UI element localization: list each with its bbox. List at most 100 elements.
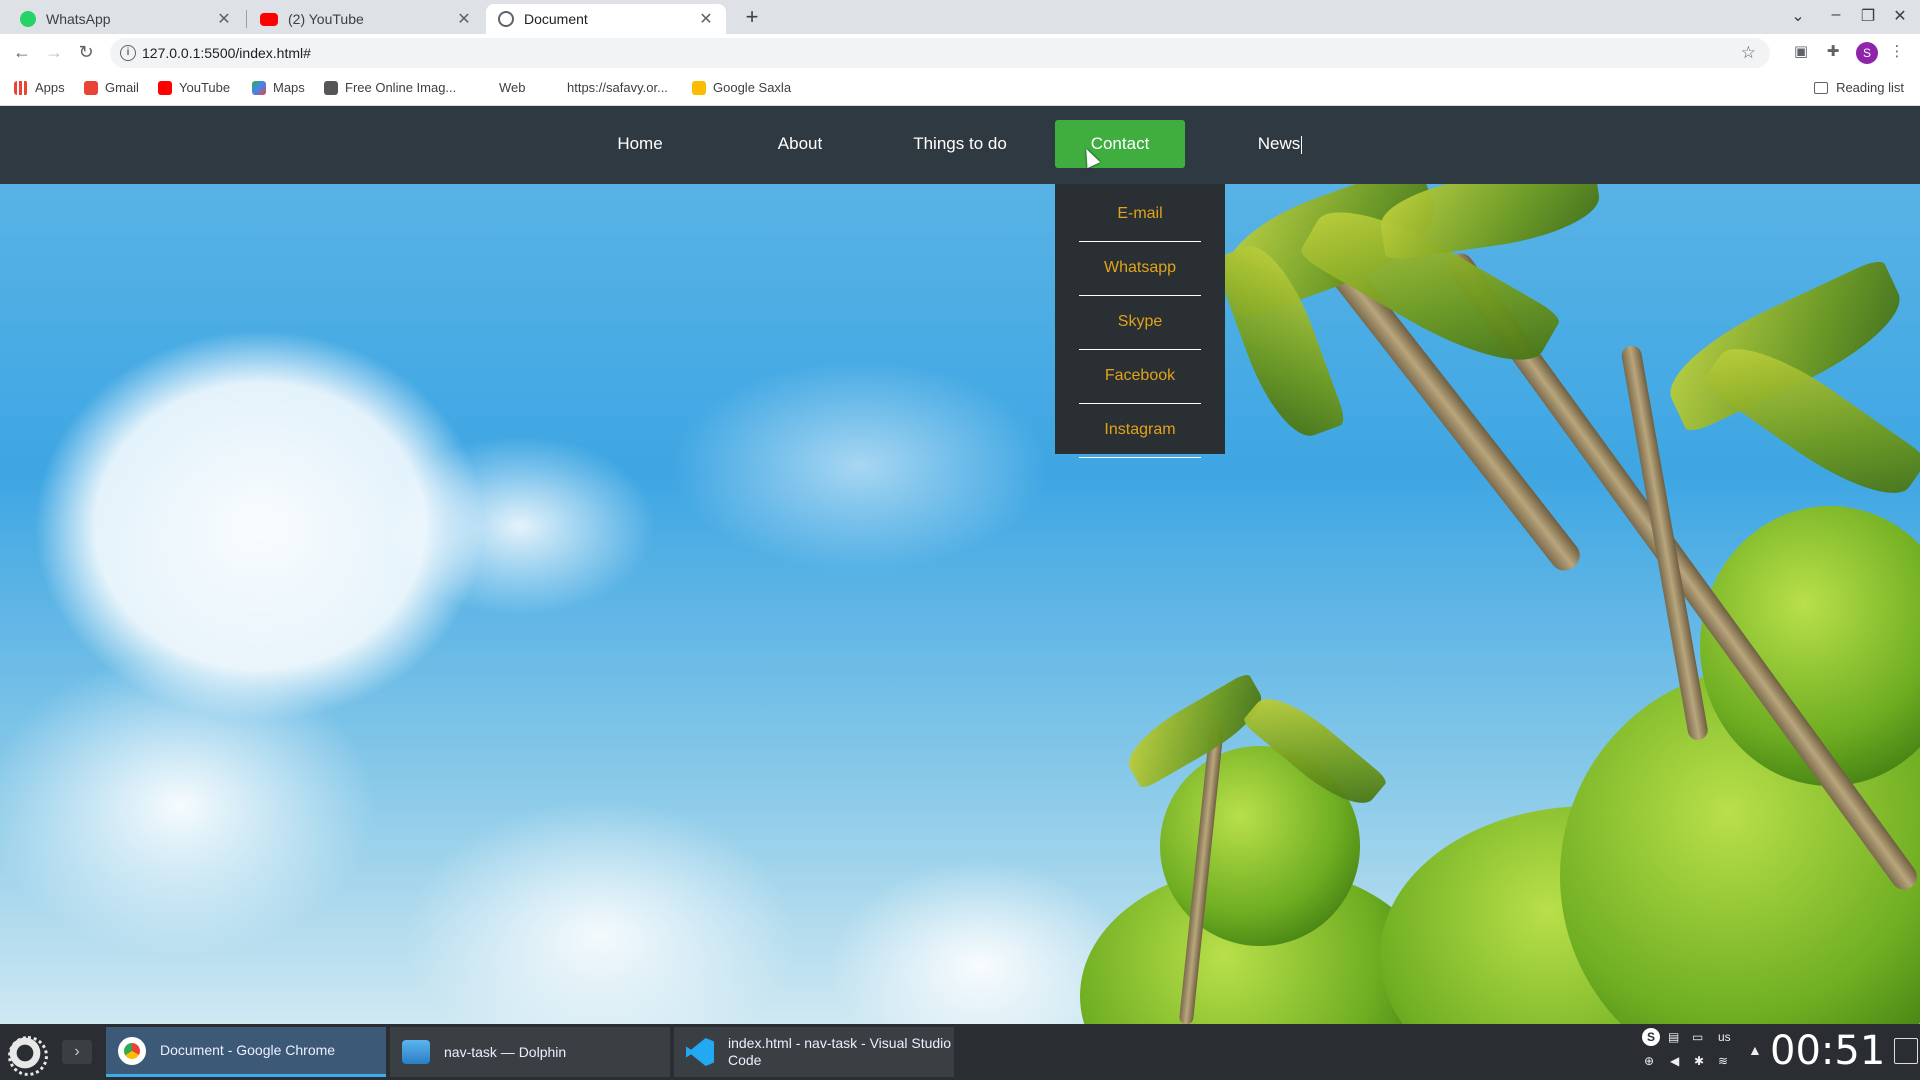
browser-toolbar: ← → ↻ i 127.0.0.1:5500/index.html# ☆ ▣ ✚… [0,34,1920,72]
reload-button[interactable]: ↻ [74,42,98,62]
task-label: Document - Google Chrome [160,1042,336,1058]
clock[interactable]: 00:51 [1770,1028,1885,1074]
nav-about[interactable]: About [760,120,840,168]
nav-label: Things to do [913,134,1007,153]
vscode-icon [686,1038,714,1066]
show-panel-arrow-icon[interactable]: › [62,1040,92,1064]
new-tab-button[interactable]: + [738,6,766,28]
nav-news[interactable]: News [1240,120,1320,168]
nav-things-to-do[interactable]: Things to do [905,120,1015,168]
tab-label: Document [524,11,588,27]
wifi-icon[interactable]: ≋ [1718,1054,1728,1068]
close-icon[interactable]: ✕ [456,9,472,29]
battery-icon[interactable]: ▭ [1692,1030,1703,1044]
bookmark-label: https://safavy.or... [567,80,668,95]
globe-icon [498,11,514,27]
updates-icon[interactable]: ⊕ [1644,1054,1654,1068]
nav-label: Home [617,134,663,153]
bookmark-free-online-image[interactable]: Free Online Imag... [324,80,456,95]
tab-search-icon[interactable]: ⌄ [1786,6,1810,26]
keep-icon [692,80,706,95]
dropdown-item-whatsapp[interactable]: Whatsapp [1079,242,1201,296]
taskbar: › Document - Google Chrome nav-task — Do… [0,1024,1920,1080]
nav-label: About [777,134,823,153]
clipboard-icon[interactable]: ▤ [1668,1030,1679,1044]
volume-icon[interactable]: ◀ [1670,1054,1679,1068]
skype-icon[interactable]: S [1642,1028,1660,1046]
tab-label: WhatsApp [46,11,111,27]
task-chrome[interactable]: Document - Google Chrome [106,1027,386,1077]
minimize-button[interactable]: – [1824,6,1848,24]
menu-icon[interactable]: ⋮ [1886,42,1908,60]
web-icon [478,80,492,95]
bookmark-label: Google Saxla [713,80,792,95]
task-label: nav-task — Dolphin [444,1043,567,1060]
bookmark-label: YouTube [179,80,231,95]
url-text: 127.0.0.1:5500/index.html# [142,45,311,61]
restore-button[interactable]: ❐ [1856,6,1880,26]
dropdown-item-skype[interactable]: Skype [1079,296,1201,350]
bookmark-star-icon[interactable]: ☆ [1741,43,1756,63]
maps-icon [252,80,266,95]
show-desktop-button[interactable] [1894,1038,1918,1064]
reading-list-icon [1814,81,1829,94]
window-close-button[interactable]: ✕ [1888,6,1912,26]
reading-list-button[interactable]: Reading list [1814,80,1904,95]
gmail-icon [84,80,98,95]
site-navbar: Home About Things to do Contact News [0,106,1920,184]
reading-list-label: Reading list [1836,80,1904,95]
bookmarks-bar: Apps Gmail YouTube Maps Free Online Imag… [0,72,1920,106]
bookmark-label: Maps [273,80,305,95]
tray-expand-icon[interactable]: ▲ [1748,1042,1762,1058]
app-launcher-icon[interactable] [6,1034,48,1076]
tab-document[interactable]: Document ✕ [486,4,726,34]
nav-label: Contact [1090,134,1150,153]
bookmark-label: Free Online Imag... [345,80,457,95]
bookmark-google-saxla[interactable]: Google Saxla [692,80,791,95]
site-info-icon[interactable]: i [120,45,136,61]
tab-label: (2) YouTube [288,11,364,27]
youtube-icon [260,12,278,26]
oie-icon [324,80,338,95]
bookmark-youtube[interactable]: YouTube [158,80,230,95]
page-viewport: Home About Things to do Contact News E-m… [0,106,1920,1024]
bookmark-label: Gmail [105,80,139,95]
text-caret [1301,135,1303,154]
folder-icon [402,1040,430,1064]
apps-grid-icon [14,80,28,95]
dropdown-item-email[interactable]: E-mail [1079,188,1201,242]
tab-youtube[interactable]: (2) YouTube ✕ [248,4,484,34]
dropdown-item-facebook[interactable]: Facebook [1079,350,1201,404]
task-label: index.html - nav-task - Visual Studio Co… [728,1035,952,1068]
bluetooth-icon[interactable]: ✱ [1694,1054,1704,1068]
chrome-icon [118,1036,146,1065]
tab-strip: WhatsApp ✕ (2) YouTube ✕ Document ✕ + ⌄ … [0,0,1920,34]
extensions-icon[interactable]: ✚ [1822,42,1844,60]
tab-whatsapp[interactable]: WhatsApp ✕ [8,4,244,34]
task-vscode[interactable]: index.html - nav-task - Visual Studio Co… [674,1027,954,1077]
dropdown-item-instagram[interactable]: Instagram [1079,404,1201,458]
back-button[interactable]: ← [10,42,34,62]
screenshot-icon[interactable]: ▣ [1790,42,1812,60]
close-icon[interactable]: ✕ [216,9,232,29]
nav-contact[interactable]: Contact [1055,120,1185,168]
nav-home[interactable]: Home [600,120,680,168]
avatar[interactable]: S [1856,42,1878,64]
contact-dropdown: E-mail Whatsapp Skype Facebook Instagram [1055,184,1225,458]
bookmark-web[interactable]: Web [478,80,526,95]
bookmark-apps[interactable]: Apps [14,80,65,95]
background-image [0,106,1920,1024]
page-icon [546,80,560,95]
whatsapp-icon [20,11,36,27]
task-dolphin[interactable]: nav-task — Dolphin [390,1027,670,1077]
close-icon[interactable]: ✕ [698,9,714,29]
bookmark-gmail[interactable]: Gmail [84,80,139,95]
forward-button[interactable]: → [42,42,66,62]
bookmark-label: Web [499,80,526,95]
tab-separator [246,10,247,28]
nav-label: News [1257,134,1301,153]
keyboard-layout[interactable]: us [1718,1030,1731,1044]
address-bar[interactable]: i 127.0.0.1:5500/index.html# ☆ [110,38,1770,68]
bookmark-safavy[interactable]: https://safavy.or... [546,80,668,95]
bookmark-maps[interactable]: Maps [252,80,305,95]
